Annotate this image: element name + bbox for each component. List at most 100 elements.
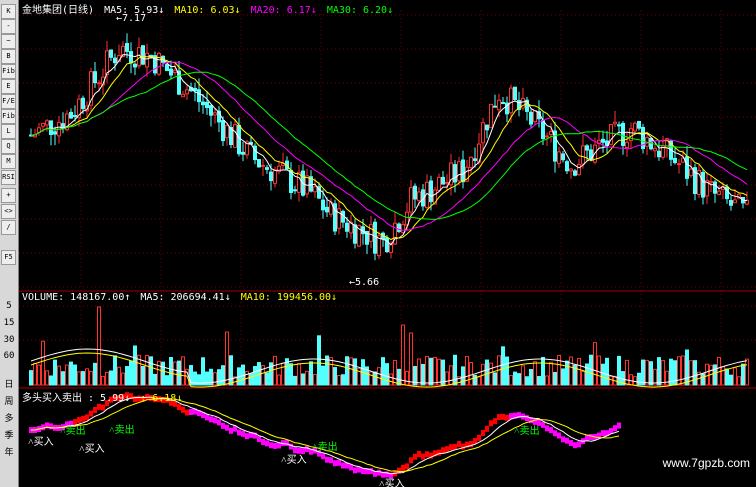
toolbar-button[interactable]: <> (1, 204, 16, 219)
indicator-bar (181, 406, 185, 413)
volume-bar (729, 374, 733, 386)
axis-scale-label: 15 (3, 318, 15, 328)
toolbar-button[interactable]: L (1, 124, 16, 139)
candle (109, 49, 113, 58)
toolbar-button[interactable]: F/E (1, 94, 16, 109)
toolbar-button[interactable]: Fib (1, 109, 16, 124)
indicator-bar (257, 436, 261, 443)
toolbar-button[interactable]: Fib (1, 64, 16, 79)
stock-name: 金地集团(日线) (22, 5, 95, 16)
indicator-bar (225, 424, 229, 431)
axis-scale-label: 5 (6, 301, 12, 311)
indicator-bar (601, 430, 605, 437)
candle (729, 200, 733, 206)
volume-bar (297, 363, 301, 386)
indicator-bar (525, 415, 529, 422)
left-toolbar: K - ~ B Fib E F/E Fib L Q M RSI + <> / F5 5 15 30 60 日周多季年 (0, 0, 19, 487)
indicator-bar (213, 417, 217, 424)
volume-bar (485, 359, 489, 386)
indicator-bar (541, 421, 545, 428)
volume-bar (637, 372, 641, 386)
candle (457, 161, 461, 182)
volume-bar (53, 359, 57, 386)
volume-bar (601, 363, 605, 386)
candle (673, 157, 677, 164)
candle (685, 156, 689, 179)
volume-bar (121, 372, 125, 386)
kline-chart[interactable]: ←7.17←5.66˄买入˄卖出˄买入˄卖出˄买入˄卖出˄买入˄卖出 (19, 0, 756, 487)
toolbar-button[interactable]: K (1, 4, 16, 19)
volume-bar (381, 357, 385, 386)
candle (293, 189, 297, 192)
toolbar-button[interactable]: M (1, 154, 16, 169)
indicator-bar (441, 447, 445, 454)
volume-bar (489, 362, 493, 386)
volume-bar (581, 370, 585, 386)
volume-bar (349, 357, 353, 386)
candle (453, 164, 457, 183)
volume-bar (701, 373, 705, 386)
candle (137, 47, 141, 67)
candle (561, 153, 565, 161)
volume-bar (145, 354, 149, 386)
volume-bar (629, 374, 633, 386)
volume-bar (525, 376, 529, 386)
sell-signal-label: ˄卖出 (312, 440, 338, 453)
volume-bar (169, 357, 173, 386)
candle (441, 176, 445, 185)
volume-bar (657, 357, 661, 386)
indicator-bar (421, 453, 425, 460)
candle (113, 57, 117, 64)
volume-bar (713, 364, 717, 386)
period-label[interactable]: 季 (1, 429, 17, 443)
toolbar-button[interactable]: - (1, 19, 16, 34)
indicator-bar (101, 404, 105, 411)
candle (621, 122, 625, 146)
candle (165, 64, 169, 72)
period-label[interactable]: 多 (1, 412, 17, 426)
volume-bar (81, 371, 85, 386)
volume-bar (445, 371, 449, 386)
volume-bar (553, 371, 557, 386)
toolbar-button[interactable]: / (1, 220, 16, 235)
candle (269, 171, 273, 182)
volume-bar (117, 366, 121, 386)
candle (205, 101, 209, 109)
toolbar-button[interactable]: F5 (1, 250, 16, 265)
volume-bar (157, 360, 161, 386)
volume-bar (401, 324, 405, 386)
candle (637, 120, 641, 129)
low-price-label: ←5.66 (349, 277, 379, 288)
indicator-bar (425, 451, 429, 458)
period-label[interactable]: 日 (1, 378, 17, 392)
volume-bar (605, 357, 609, 386)
period-label[interactable]: 年 (1, 446, 17, 460)
buy-signal-label: ˄买入 (281, 454, 307, 466)
indicator-bar (493, 418, 497, 425)
volume-bar (217, 369, 221, 386)
period-label[interactable]: 周 (1, 395, 17, 409)
buy-signal-label: ˄买入 (79, 443, 105, 455)
volume-bar (469, 362, 473, 386)
volume-bar (517, 373, 521, 386)
volume-bar (113, 355, 117, 386)
candle (125, 43, 129, 52)
toolbar-button[interactable]: Q (1, 139, 16, 154)
volume-bar (289, 363, 293, 386)
volume-label: VOLUME: 148167.00↑ (22, 292, 131, 303)
volume-bar (513, 371, 517, 386)
toolbar-button[interactable]: E (1, 79, 16, 94)
toolbar-button[interactable]: RSI (1, 170, 16, 185)
volume-bar (341, 374, 345, 386)
indicator-bar (285, 439, 289, 446)
volume-header: VOLUME: 148167.00↑ MA5: 206694.41↓ MA10:… (22, 292, 341, 303)
volume-bar (397, 368, 401, 386)
indicator-bar (569, 440, 573, 447)
toolbar-button[interactable]: + (1, 188, 16, 203)
candle (241, 151, 245, 155)
candle (709, 181, 713, 184)
buy-signal-label: ˄买入 (379, 478, 405, 487)
toolbar-button[interactable]: B (1, 49, 16, 64)
toolbar-button[interactable]: ~ (1, 34, 16, 49)
indicator-bar (537, 419, 541, 426)
